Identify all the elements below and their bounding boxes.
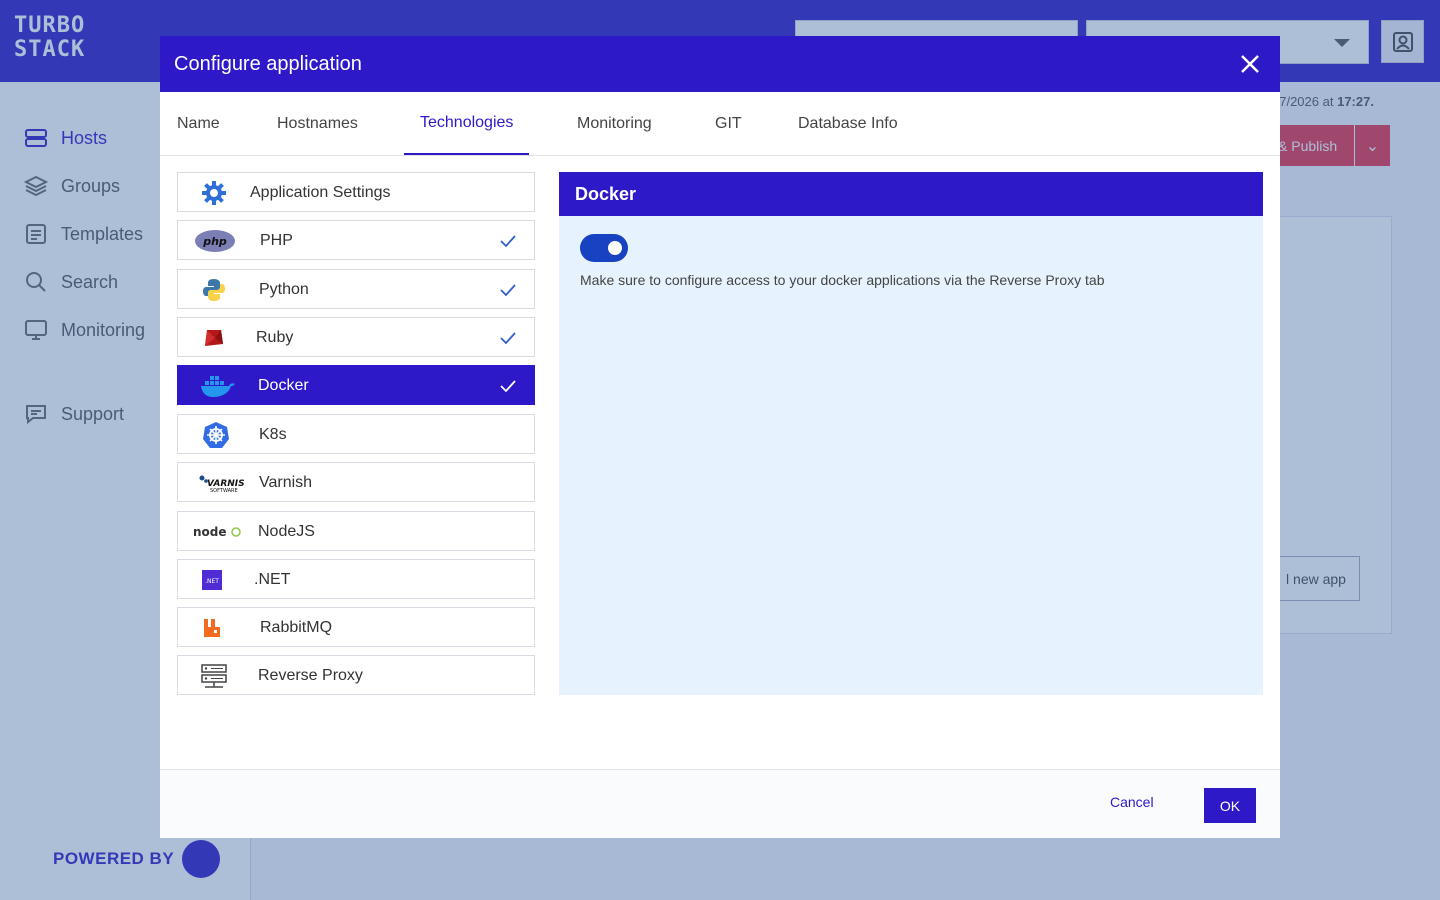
tech-item-application-settings[interactable]: Application Settings [177, 172, 535, 212]
tech-label: NodeJS [258, 523, 315, 540]
tech-item-varnish[interactable]: VARNISHSOFTWARE Varnish [177, 462, 535, 502]
kubernetes-logo-icon [202, 421, 230, 449]
tab-monitoring[interactable]: Monitoring [561, 92, 668, 155]
svg-text:php: php [202, 235, 227, 248]
tech-item-rabbitmq[interactable]: RabbitMQ [177, 607, 535, 647]
modal-tabs: Name Hostnames Technologies Monitoring G… [160, 92, 1280, 156]
technology-detail-panel: Docker Make sure to configure access to … [559, 172, 1263, 695]
modal-title: Configure application [174, 52, 362, 75]
tech-item-dotnet[interactable]: .NET .NET [177, 559, 535, 599]
tech-label: K8s [259, 426, 287, 443]
tech-label: Docker [258, 377, 309, 394]
tech-label: Varnish [259, 474, 313, 491]
modal-header: Configure application [160, 36, 1280, 92]
varnish-logo-icon: VARNISHSOFTWARE [198, 469, 244, 497]
tab-technologies[interactable]: Technologies [404, 92, 530, 155]
gear-icon [200, 179, 228, 207]
tab-git[interactable]: GIT [699, 92, 758, 155]
dotnet-logo-icon: .NET [200, 566, 224, 594]
server-icon [200, 662, 228, 690]
tech-label: .NET [254, 571, 291, 588]
tech-label: RabbitMQ [260, 619, 333, 636]
tab-name[interactable]: Name [161, 92, 236, 155]
tab-hostnames[interactable]: Hostnames [261, 92, 374, 155]
configure-application-modal: Configure application Name Hostnames Tec… [160, 36, 1280, 838]
tech-item-php[interactable]: php PHP [177, 220, 535, 260]
tech-item-python[interactable]: Python [177, 269, 535, 309]
docker-logo-icon [200, 372, 236, 400]
ok-button[interactable]: OK [1204, 788, 1256, 823]
tech-label: Application Settings [250, 184, 391, 201]
cancel-button[interactable]: Cancel [1110, 794, 1154, 810]
tech-item-docker[interactable]: Docker [177, 365, 535, 405]
tech-item-ruby[interactable]: Ruby [177, 317, 535, 357]
docker-enable-toggle[interactable] [580, 234, 628, 262]
php-logo-icon: php [195, 227, 235, 255]
checkmark-icon [500, 284, 516, 297]
tech-label: Reverse Proxy [258, 667, 363, 684]
svg-text:node: node [193, 525, 227, 539]
ruby-logo-icon [199, 324, 227, 352]
tech-label: Ruby [256, 329, 294, 346]
close-icon[interactable] [1238, 52, 1262, 76]
checkmark-icon [500, 380, 516, 393]
modal-footer: Cancel OK [160, 769, 1280, 838]
toggle-knob [608, 241, 622, 255]
svg-text:SOFTWARE: SOFTWARE [210, 488, 238, 494]
detail-title: Docker [559, 172, 1263, 216]
tech-item-k8s[interactable]: K8s [177, 414, 535, 454]
svg-text:.NET: .NET [205, 578, 219, 585]
python-logo-icon [200, 276, 228, 304]
checkmark-icon [500, 332, 516, 345]
rabbitmq-logo-icon [198, 614, 226, 642]
tech-label: Python [259, 281, 309, 298]
tech-item-nodejs[interactable]: node NodeJS [177, 511, 535, 551]
tab-database-info[interactable]: Database Info [782, 92, 914, 155]
tech-label: PHP [260, 232, 293, 249]
checkmark-icon [500, 235, 516, 248]
detail-description: Make sure to configure access to your do… [580, 272, 1105, 288]
nodejs-logo-icon: node [193, 518, 243, 546]
tech-item-reverse-proxy[interactable]: Reverse Proxy [177, 655, 535, 695]
